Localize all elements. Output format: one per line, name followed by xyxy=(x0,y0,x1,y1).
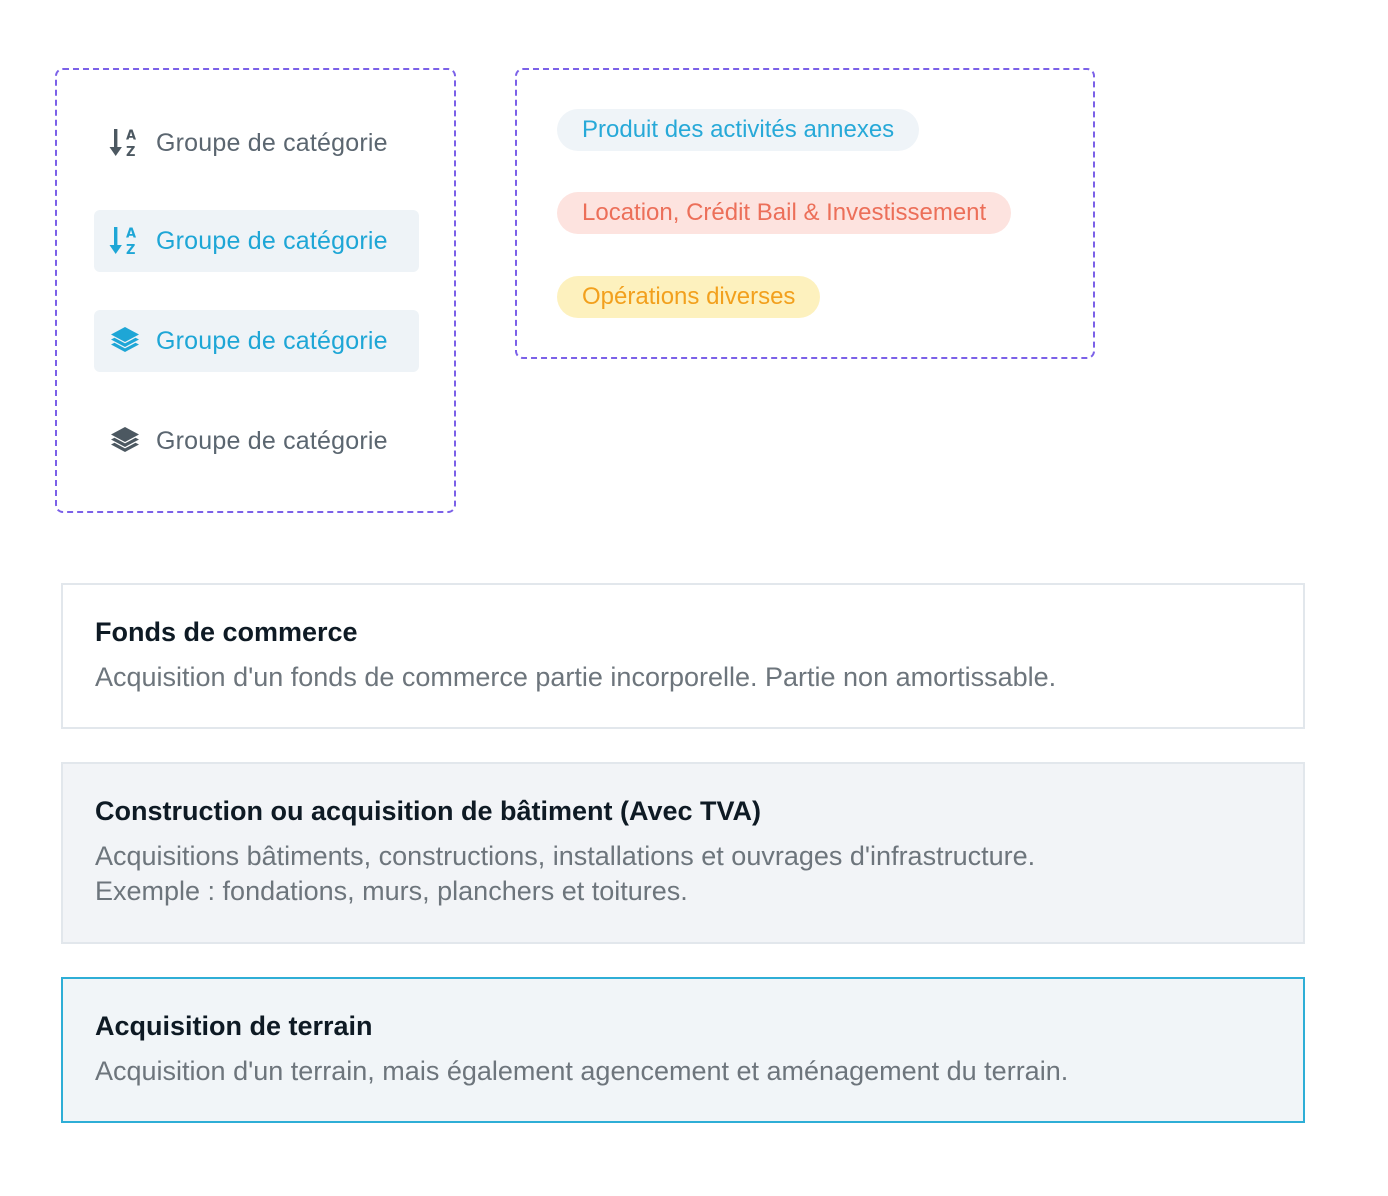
category-group-label: Groupe de catégorie xyxy=(156,128,388,157)
category-group-label: Groupe de catégorie xyxy=(156,226,388,255)
svg-text:A: A xyxy=(126,129,136,144)
tag-location-credit-bail[interactable]: Location, Crédit Bail & Investissement xyxy=(557,192,1012,234)
category-group-item-layers-default[interactable]: Groupe de catégorie xyxy=(94,410,419,472)
card-description: Acquisitions bâtiments, constructions, i… xyxy=(95,839,1271,909)
category-group-list: A Z Groupe de catégorie A Z Groupe de ca… xyxy=(55,68,456,513)
card-description-line: Acquisitions bâtiments, constructions, i… xyxy=(95,841,1036,871)
card-title: Fonds de commerce xyxy=(95,617,358,647)
category-group-item-sort-default[interactable]: A Z Groupe de catégorie xyxy=(94,112,419,174)
category-group-label: Groupe de catégorie xyxy=(156,326,388,355)
layers-icon xyxy=(108,424,142,458)
category-card-construction-batiment[interactable]: Construction ou acquisition de bâtiment … xyxy=(61,762,1305,944)
svg-text:A: A xyxy=(126,227,136,242)
category-card-fonds-de-commerce[interactable]: Fonds de commerce Acquisition d'un fonds… xyxy=(61,583,1305,729)
layers-icon xyxy=(108,324,142,358)
sort-alpha-down-icon: A Z xyxy=(108,224,142,258)
category-group-item-sort-active[interactable]: A Z Groupe de catégorie xyxy=(94,210,419,272)
category-group-label: Groupe de catégorie xyxy=(156,426,388,455)
category-group-item-layers-active[interactable]: Groupe de catégorie xyxy=(94,310,419,372)
card-description: Acquisition d'un terrain, mais également… xyxy=(95,1056,1069,1086)
svg-text:Z: Z xyxy=(126,243,136,258)
card-title: Construction ou acquisition de bâtiment … xyxy=(95,796,762,826)
card-description: Acquisition d'un fonds de commerce parti… xyxy=(95,662,1057,692)
card-title: Acquisition de terrain xyxy=(95,1011,373,1041)
category-tag-list: Produit des activités annexes Location, … xyxy=(515,68,1095,359)
card-description-line: Exemple : fondations, murs, planchers et… xyxy=(95,876,688,906)
tag-operations-diverses[interactable]: Opérations diverses xyxy=(557,276,821,318)
tag-produit-activites-annexes[interactable]: Produit des activités annexes xyxy=(557,109,920,151)
category-card-acquisition-terrain[interactable]: Acquisition de terrain Acquisition d'un … xyxy=(61,977,1305,1123)
svg-text:Z: Z xyxy=(126,145,136,160)
sort-alpha-down-icon: A Z xyxy=(108,126,142,160)
